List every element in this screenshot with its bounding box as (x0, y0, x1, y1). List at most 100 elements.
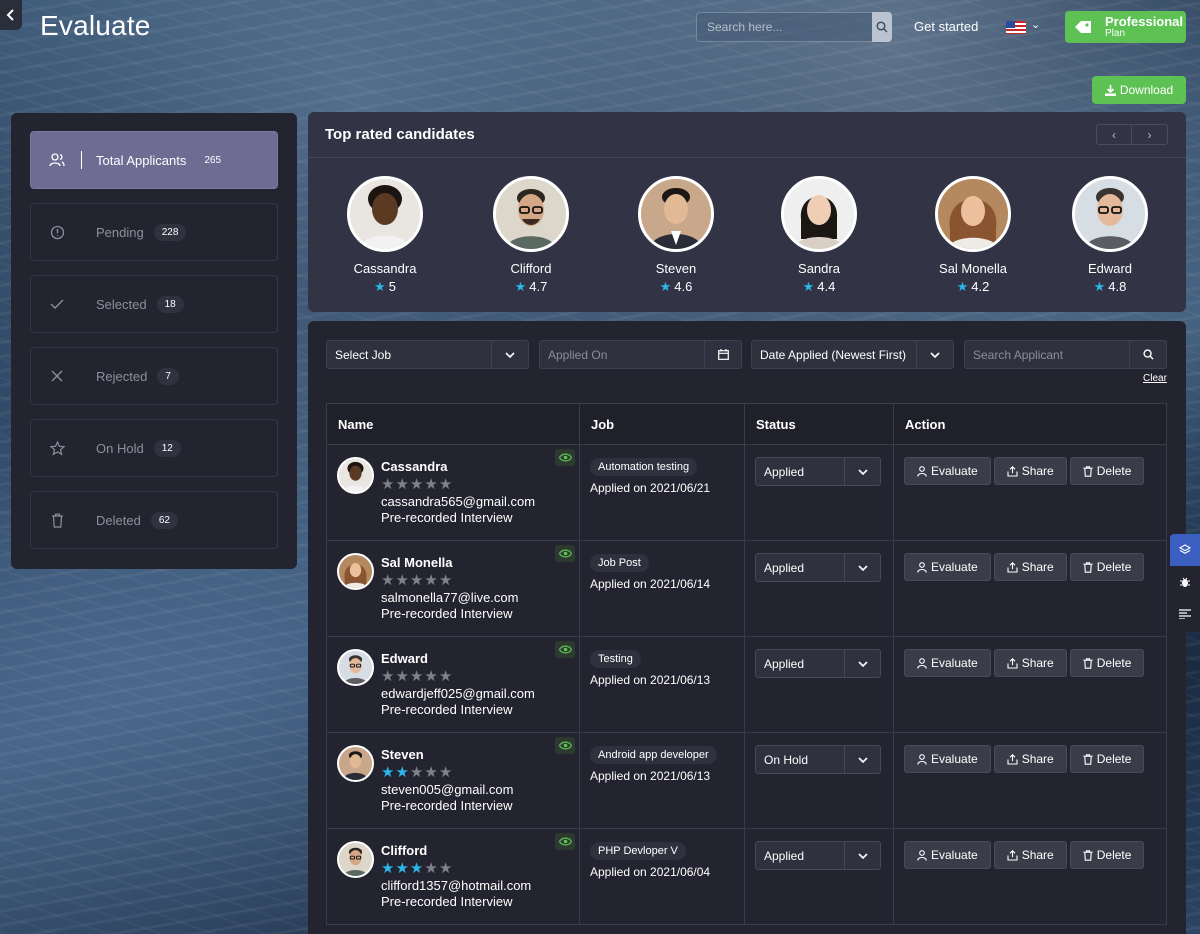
eye-icon[interactable] (555, 833, 575, 850)
column-header-name[interactable]: Name (326, 403, 580, 445)
sidebar-item-selected[interactable]: Selected 18 (30, 275, 278, 333)
job-select[interactable]: Select Job (326, 340, 529, 369)
share-button[interactable]: Share (993, 745, 1067, 773)
rating-star-icon[interactable]: ★ (439, 860, 453, 877)
sidebar-item-pending[interactable]: Pending 228 (30, 203, 278, 261)
rating-star-icon[interactable]: ★ (439, 476, 453, 493)
back-button[interactable] (0, 0, 22, 30)
sidebar-item-total-applicants[interactable]: Total Applicants 265 (30, 131, 278, 189)
rating-star-icon[interactable]: ★ (381, 572, 395, 589)
share-button[interactable]: Share (993, 841, 1067, 869)
column-header-action[interactable]: Action (893, 403, 1167, 445)
applicant-name[interactable]: Cassandra (381, 459, 535, 474)
candidate-rating: ★ 4.7 (515, 279, 548, 295)
column-header-job[interactable]: Job (579, 403, 745, 445)
rating-star-icon[interactable]: ★ (381, 668, 395, 685)
top-rated-panel: Top rated candidates ‹ › Cassandra ★ 5 Cl… (308, 112, 1186, 312)
star-rating[interactable]: ★★★★★ (381, 861, 531, 876)
evaluate-button[interactable]: Evaluate (904, 457, 991, 485)
applicant-search[interactable]: Search Applicant (964, 340, 1167, 369)
rating-star-icon[interactable]: ★ (424, 572, 438, 589)
applicant-name[interactable]: Steven (381, 747, 513, 762)
rating-star-icon[interactable]: ★ (439, 764, 453, 781)
candidate-card[interactable]: Sal Monella ★ 4.2 (889, 176, 1057, 295)
rating-star-icon[interactable]: ★ (410, 668, 424, 685)
interview-type: Pre-recorded Interview (381, 798, 513, 813)
carousel-next-button[interactable]: › (1132, 124, 1168, 145)
share-button[interactable]: Share (993, 457, 1067, 485)
rating-star-icon[interactable]: ★ (410, 572, 424, 589)
applicant-name[interactable]: Clifford (381, 843, 531, 858)
evaluate-button[interactable]: Evaluate (904, 745, 991, 773)
bug-icon[interactable] (1170, 566, 1200, 598)
applicant-name[interactable]: Edward (381, 651, 535, 666)
candidate-card[interactable]: Clifford ★ 4.7 (459, 176, 603, 295)
delete-button[interactable]: Delete (1069, 457, 1145, 485)
star-rating[interactable]: ★★★★★ (381, 765, 513, 780)
rating-star-icon[interactable]: ★ (381, 476, 395, 493)
status-select[interactable]: On Hold (755, 745, 881, 774)
search-button[interactable] (872, 12, 892, 42)
star-rating[interactable]: ★★★★★ (381, 477, 535, 492)
search-icon[interactable] (1129, 341, 1166, 368)
rating-star-icon[interactable]: ★ (424, 476, 438, 493)
layers-icon[interactable] (1170, 534, 1200, 566)
rating-star-icon[interactable]: ★ (410, 476, 424, 493)
candidate-card[interactable]: Cassandra ★ 5 (311, 176, 459, 295)
eye-icon[interactable] (555, 545, 575, 562)
sidebar-item-on-hold[interactable]: On Hold 12 (30, 419, 278, 477)
chevron-down-icon[interactable]: ⌄ (1031, 18, 1040, 31)
rating-star-icon[interactable]: ★ (424, 668, 438, 685)
candidate-card[interactable]: Steven ★ 4.6 (603, 176, 749, 295)
global-search-input[interactable] (696, 12, 872, 42)
star-rating[interactable]: ★★★★★ (381, 573, 518, 588)
status-select[interactable]: Applied (755, 841, 881, 870)
evaluate-label: Evaluate (931, 848, 978, 862)
rating-star-icon[interactable]: ★ (395, 476, 409, 493)
eye-icon[interactable] (555, 737, 575, 754)
status-select[interactable]: Applied (755, 457, 881, 486)
rating-star-icon[interactable]: ★ (439, 668, 453, 685)
professional-plan-button[interactable]: Professional Plan (1065, 11, 1186, 43)
us-flag-icon[interactable] (1006, 21, 1026, 34)
eye-icon[interactable] (555, 449, 575, 466)
delete-button[interactable]: Delete (1069, 745, 1145, 773)
delete-button[interactable]: Delete (1069, 841, 1145, 869)
status-select[interactable]: Applied (755, 553, 881, 582)
get-started-link[interactable]: Get started (914, 19, 978, 34)
sidebar-item-deleted[interactable]: Deleted 62 (30, 491, 278, 549)
applicant-name[interactable]: Sal Monella (381, 555, 518, 570)
star-rating[interactable]: ★★★★★ (381, 669, 535, 684)
candidate-card[interactable]: Edward ★ 4.8 (1057, 176, 1163, 295)
rating-star-icon[interactable]: ★ (410, 860, 424, 877)
align-left-icon[interactable] (1170, 598, 1200, 630)
evaluate-button[interactable]: Evaluate (904, 649, 991, 677)
rating-star-icon[interactable]: ★ (410, 764, 424, 781)
job-cell: Android app developer Applied on 2021/06… (579, 732, 745, 829)
download-button[interactable]: Download (1092, 76, 1186, 104)
sort-select[interactable]: Date Applied (Newest First) (751, 340, 954, 369)
rating-star-icon[interactable]: ★ (424, 860, 438, 877)
rating-star-icon[interactable]: ★ (381, 764, 395, 781)
delete-button[interactable]: Delete (1069, 553, 1145, 581)
carousel-prev-button[interactable]: ‹ (1096, 124, 1132, 145)
sidebar-item-rejected[interactable]: Rejected 7 (30, 347, 278, 405)
rating-star-icon[interactable]: ★ (395, 860, 409, 877)
status-select[interactable]: Applied (755, 649, 881, 678)
eye-icon[interactable] (555, 641, 575, 658)
rating-star-icon[interactable]: ★ (395, 572, 409, 589)
rating-star-icon[interactable]: ★ (381, 860, 395, 877)
rating-star-icon[interactable]: ★ (395, 668, 409, 685)
share-button[interactable]: Share (993, 553, 1067, 581)
rating-star-icon[interactable]: ★ (439, 572, 453, 589)
rating-star-icon[interactable]: ★ (424, 764, 438, 781)
candidate-card[interactable]: Sandra ★ 4.4 (749, 176, 889, 295)
column-header-status[interactable]: Status (744, 403, 894, 445)
evaluate-button[interactable]: Evaluate (904, 553, 991, 581)
evaluate-button[interactable]: Evaluate (904, 841, 991, 869)
share-button[interactable]: Share (993, 649, 1067, 677)
delete-button[interactable]: Delete (1069, 649, 1145, 677)
rating-star-icon[interactable]: ★ (395, 764, 409, 781)
clear-filters-link[interactable]: Clear (1143, 373, 1167, 384)
applied-on-date-picker[interactable]: Applied On (539, 340, 742, 369)
